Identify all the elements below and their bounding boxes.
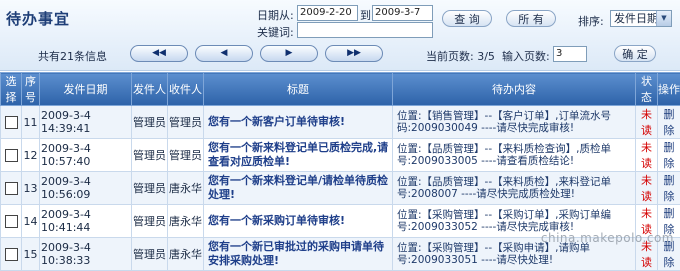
- row-status: 未读: [636, 106, 658, 139]
- row-no: 15: [22, 238, 40, 271]
- row-checkbox[interactable]: [5, 248, 18, 261]
- row-date: 2009-3-4 10:56:09: [40, 172, 132, 205]
- row-sender: 管理员: [132, 172, 168, 205]
- row-delete-link[interactable]: 删除: [658, 139, 680, 172]
- keyword-input[interactable]: [297, 22, 433, 38]
- row-status: 未读: [636, 172, 658, 205]
- table-header-row: 选择 序号 发件日期 发件人 收件人 标题 待办内容 状态 操作: [1, 73, 680, 106]
- col-header-select: 选择: [1, 73, 22, 106]
- next-page-icon: ▶: [286, 48, 293, 58]
- all-button[interactable]: 所 有: [506, 10, 556, 27]
- table-row: 11 2009-3-4 14:39:41 管理员 管理员 您有一个新客户订单待审…: [1, 106, 680, 139]
- row-checkbox[interactable]: [5, 116, 18, 129]
- row-title-link[interactable]: 您有一个新来料登记单/请检单待质检处理!: [204, 172, 393, 205]
- col-header-receiver: 收件人: [168, 73, 204, 106]
- row-content: 位置:【品质管理】--【来料质检】,来料登记单号:2008007 ----请尽快…: [393, 172, 636, 205]
- row-checkbox-cell: [1, 106, 22, 139]
- row-status: 未读: [636, 139, 658, 172]
- sort-select[interactable]: 发件日期 ▼: [610, 10, 672, 27]
- date-to-input[interactable]: 2009-3-7: [372, 5, 433, 21]
- last-page-button[interactable]: ▶▶: [325, 45, 383, 62]
- last-page-icon: ▶▶: [347, 48, 361, 58]
- chevron-down-icon: ▼: [656, 11, 671, 26]
- date-from-input[interactable]: 2009-2-20: [297, 5, 358, 21]
- row-receiver: 管理员: [168, 106, 204, 139]
- row-delete-link[interactable]: 删除: [658, 106, 680, 139]
- row-no: 12: [22, 139, 40, 172]
- col-header-date[interactable]: 发件日期: [40, 73, 132, 106]
- confirm-button[interactable]: 确 定: [614, 45, 656, 62]
- row-no: 11: [22, 106, 40, 139]
- query-button[interactable]: 查 询: [442, 10, 492, 27]
- col-header-no: 序号: [22, 73, 40, 106]
- next-page-button[interactable]: ▶: [260, 45, 318, 62]
- first-page-button[interactable]: ◀◀: [130, 45, 188, 62]
- row-date: 2009-3-4 10:41:44: [40, 205, 132, 238]
- col-header-sender: 发件人: [132, 73, 168, 106]
- row-checkbox-cell: [1, 172, 22, 205]
- row-receiver: 管理员: [168, 139, 204, 172]
- row-content: 位置:【销售管理】--【客户订单】,订单流水号码:2009030049 ----…: [393, 106, 636, 139]
- sort-label: 排序:: [578, 13, 604, 29]
- keyword-label: 关键词:: [257, 24, 294, 40]
- row-sender: 管理员: [132, 238, 168, 271]
- watermark: china.makepolo.com: [541, 231, 674, 245]
- input-page-label: 输入页数:: [502, 48, 550, 64]
- current-page-label: 当前页数: 3/5: [426, 48, 495, 64]
- row-checkbox[interactable]: [5, 182, 18, 195]
- row-sender: 管理员: [132, 205, 168, 238]
- row-date: 2009-3-4 10:57:40: [40, 139, 132, 172]
- col-header-action: 操作: [658, 73, 680, 106]
- row-checkbox[interactable]: [5, 149, 18, 162]
- row-checkbox[interactable]: [5, 215, 18, 228]
- page-number-input[interactable]: 3: [553, 46, 587, 62]
- prev-page-icon: ◀: [221, 48, 228, 58]
- row-checkbox-cell: [1, 238, 22, 271]
- row-sender: 管理员: [132, 106, 168, 139]
- col-header-title: 标题: [204, 73, 393, 106]
- row-title-link[interactable]: 您有一个新客户订单待审核!: [204, 106, 393, 139]
- row-no: 13: [22, 172, 40, 205]
- sort-selected-value: 发件日期: [614, 12, 658, 25]
- row-receiver: 唐永华: [168, 238, 204, 271]
- col-header-content: 待办内容: [393, 73, 636, 106]
- table-row: 12 2009-3-4 10:57:40 管理员 管理员 您有一个新来料登记单已…: [1, 139, 680, 172]
- row-receiver: 唐永华: [168, 172, 204, 205]
- date-to-label: 到: [360, 7, 371, 23]
- table-row: 13 2009-3-4 10:56:09 管理员 唐永华 您有一个新来料登记单/…: [1, 172, 680, 205]
- row-title-link[interactable]: 您有一个新已审批过的采购申请单待安排采购处理!: [204, 238, 393, 271]
- first-page-icon: ◀◀: [152, 48, 166, 58]
- col-header-status: 状态: [636, 73, 658, 106]
- date-from-label: 日期从:: [257, 7, 294, 23]
- row-title-link[interactable]: 您有一个新采购订单待审核!: [204, 205, 393, 238]
- row-date: 2009-3-4 10:38:33: [40, 238, 132, 271]
- search-panel: 待办事宜 日期从: 2009-2-20 到 2009-3-7 关键词: 查 询 …: [0, 0, 680, 71]
- row-date: 2009-3-4 14:39:41: [40, 106, 132, 139]
- row-checkbox-cell: [1, 139, 22, 172]
- row-sender: 管理员: [132, 139, 168, 172]
- prev-page-button[interactable]: ◀: [195, 45, 253, 62]
- row-title-link[interactable]: 您有一个新来料登记单已质检完成,请查看对应质检单!: [204, 139, 393, 172]
- row-receiver: 唐永华: [168, 205, 204, 238]
- row-no: 14: [22, 205, 40, 238]
- row-checkbox-cell: [1, 205, 22, 238]
- page-title: 待办事宜: [6, 8, 70, 29]
- row-content: 位置:【品质管理】--【来料质检查询】,质检单号:2009033005 ----…: [393, 139, 636, 172]
- row-delete-link[interactable]: 删除: [658, 172, 680, 205]
- total-count-text: 共有21条信息: [38, 48, 107, 64]
